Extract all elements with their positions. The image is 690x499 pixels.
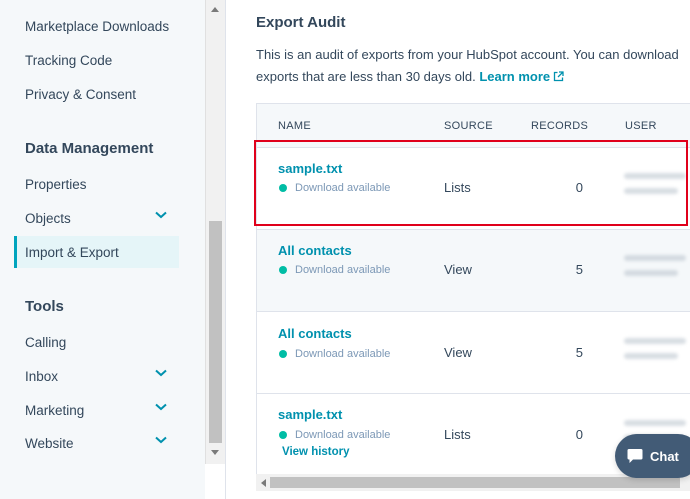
source-cell: View (444, 345, 472, 360)
sidebar-item-label: Inbox (25, 368, 59, 384)
learn-more-label: Learn more (479, 69, 551, 84)
view-history-link[interactable]: View history (282, 446, 350, 458)
sidebar-item-label: Import & Export (25, 244, 119, 260)
sidebar-item-label: Marketplace Downloads (25, 18, 170, 34)
column-header-source[interactable]: SOURCE (444, 120, 493, 132)
sidebar-heading-data-management: Data Management (25, 140, 154, 157)
table-row: All contacts Download available View 5 (257, 312, 690, 394)
sidebar-item-inbox[interactable]: Inbox (14, 360, 179, 392)
user-cell-redacted (624, 338, 690, 368)
status-dot-icon (279, 350, 287, 358)
records-cell: 5 (575, 345, 583, 360)
chevron-down-icon (155, 211, 167, 219)
scrollbar-thumb[interactable] (270, 477, 680, 488)
export-name-link[interactable]: sample.txt (278, 407, 342, 422)
source-cell: View (444, 262, 472, 277)
status-dot-icon (279, 266, 287, 274)
highlight-annotation (254, 140, 688, 226)
description-text: exports that are less than 30 days old. (256, 69, 476, 84)
export-name-link[interactable]: All contacts (278, 326, 352, 341)
status-indicator: Download available (279, 348, 390, 360)
status-indicator: Download available (279, 264, 390, 276)
sidebar-item-label: Properties (25, 176, 87, 192)
sidebar-item-calling[interactable]: Calling (14, 326, 179, 358)
status-text: Download available (295, 429, 391, 441)
scrollbar-thumb[interactable] (209, 221, 222, 443)
status-dot-icon (279, 431, 287, 439)
sidebar-item-label: Tracking Code (25, 52, 113, 68)
sidebar-item-label: Website (25, 435, 74, 451)
chat-button[interactable]: Chat (615, 434, 690, 478)
status-indicator: Download available (279, 429, 390, 441)
scroll-down-arrow-icon[interactable] (211, 450, 219, 455)
sidebar-item-label: Objects (25, 210, 71, 226)
user-cell-redacted (624, 255, 690, 285)
chevron-down-icon (155, 369, 167, 377)
table-row: All contacts Download available View 5 (257, 230, 690, 312)
chat-bubble-icon (627, 449, 643, 463)
status-text: Download available (295, 348, 391, 360)
settings-sidebar: Marketplace Downloads Tracking Code Priv… (0, 0, 205, 499)
description-line: This is an audit of exports from your Hu… (256, 47, 679, 62)
records-cell: 5 (575, 262, 583, 277)
sidebar-item-marketing[interactable]: Marketing (14, 394, 179, 426)
chevron-down-icon (155, 436, 167, 444)
sidebar-item-privacy-consent[interactable]: Privacy & Consent (14, 78, 179, 110)
sidebar-item-tracking-code[interactable]: Tracking Code (14, 44, 179, 76)
column-header-user[interactable]: USER (625, 120, 657, 132)
sidebar-item-label: Privacy & Consent (25, 86, 137, 102)
description-line: exports that are less than 30 days old. … (256, 66, 690, 88)
sidebar-scrollbar[interactable] (205, 0, 225, 464)
sidebar-item-marketplace-downloads[interactable]: Marketplace Downloads (14, 10, 179, 42)
scroll-up-arrow-icon[interactable] (211, 7, 219, 12)
sidebar-item-objects[interactable]: Objects (14, 202, 179, 234)
sidebar-heading-tools: Tools (25, 298, 64, 315)
page-description: This is an audit of exports from your Hu… (256, 44, 690, 88)
external-link-icon (553, 71, 564, 82)
table-horizontal-scrollbar[interactable] (256, 474, 690, 491)
sidebar-item-import-export[interactable]: Import & Export (14, 236, 179, 268)
column-header-name[interactable]: NAME (278, 120, 311, 132)
sidebar-item-label: Marketing (25, 402, 85, 418)
export-name-link[interactable]: All contacts (278, 243, 352, 258)
source-cell: Lists (444, 427, 471, 442)
sidebar-item-properties[interactable]: Properties (14, 168, 179, 200)
learn-more-link[interactable]: Learn more (479, 69, 564, 84)
page-title: Export Audit (256, 14, 346, 31)
column-header-records[interactable]: RECORDS (531, 120, 588, 132)
status-text: Download available (295, 264, 391, 276)
panel-divider (225, 0, 226, 499)
chat-label: Chat (650, 448, 679, 464)
records-cell: 0 (575, 427, 583, 442)
scroll-left-arrow-icon[interactable] (261, 479, 266, 487)
chevron-down-icon (155, 403, 167, 411)
sidebar-item-label: Calling (25, 334, 67, 350)
sidebar-item-website[interactable]: Website (14, 427, 179, 459)
